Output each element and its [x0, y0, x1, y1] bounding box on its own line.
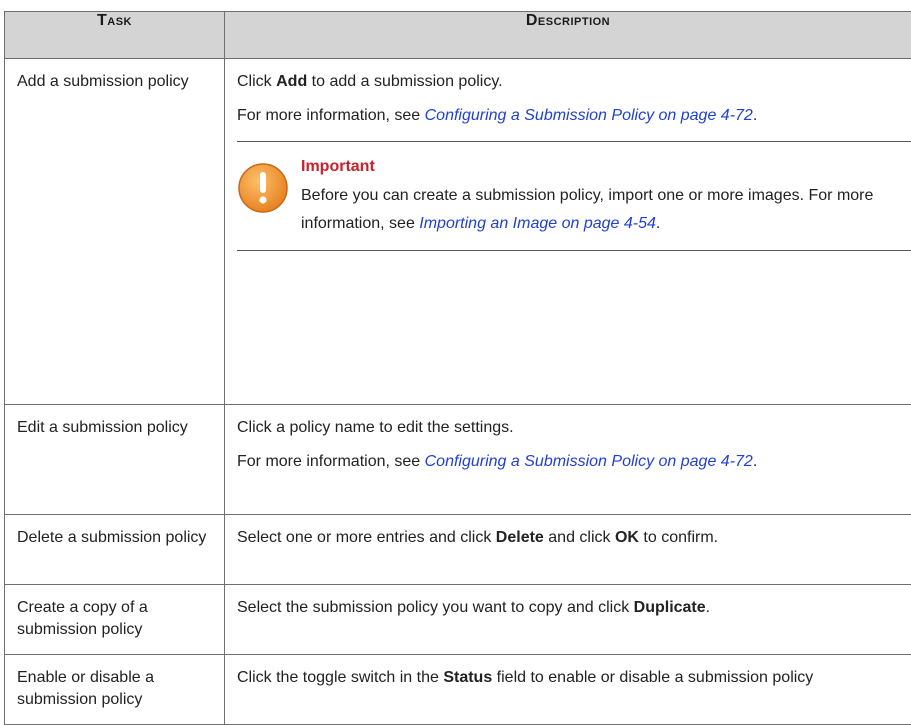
description-text: Select the submission policy you want to…: [237, 597, 911, 619]
description-cell: Click Add to add a submission policy. Fo…: [225, 59, 911, 405]
important-text: Before you can create a submission polic…: [301, 182, 901, 238]
task-column-header: Task: [5, 12, 225, 59]
description-text: Select one or more entries and click Del…: [237, 527, 911, 549]
importing-image-link[interactable]: Importing an Image on page 4-54: [419, 215, 656, 232]
task-cell: Add a submission policy: [5, 59, 225, 405]
table-row: Create a copy of a submission policy Sel…: [5, 585, 911, 655]
description-cell: Click the toggle switch in the Status fi…: [225, 655, 911, 725]
description-text: Click the toggle switch in the Status fi…: [237, 667, 911, 689]
description-text: Click Add to add a submission policy.: [237, 71, 911, 93]
description-cell: Select one or more entries and click Del…: [225, 515, 911, 585]
warning-exclamation-icon: [237, 156, 295, 238]
table-row: Enable or disable a submission policy Cl…: [5, 655, 911, 725]
description-cell: Click a policy name to edit the settings…: [225, 405, 911, 515]
table-header-row: Task Description: [5, 12, 911, 59]
configuring-submission-policy-link[interactable]: Configuring a Submission Policy on page …: [425, 107, 753, 124]
table-row: Delete a submission policy Select one or…: [5, 515, 911, 585]
description-cell: Select the submission policy you want to…: [225, 585, 911, 655]
more-info-text: For more information, see Configuring a …: [237, 451, 911, 473]
task-cell: Create a copy of a submission policy: [5, 585, 225, 655]
description-column-header: Description: [225, 12, 911, 59]
important-note: Important Before you can create a submis…: [237, 141, 911, 251]
table-row: Add a submission policy Click Add to add…: [5, 59, 911, 405]
task-cell: Enable or disable a submission policy: [5, 655, 225, 725]
table-row: Edit a submission policy Click a policy …: [5, 405, 911, 515]
task-table: Task Description Add a submission policy…: [4, 11, 911, 725]
description-text: Click a policy name to edit the settings…: [237, 417, 911, 439]
configuring-submission-policy-link[interactable]: Configuring a Submission Policy on page …: [425, 453, 753, 470]
task-cell: Delete a submission policy: [5, 515, 225, 585]
task-cell: Edit a submission policy: [5, 405, 225, 515]
more-info-text: For more information, see Configuring a …: [237, 105, 911, 127]
important-heading: Important: [301, 156, 901, 178]
